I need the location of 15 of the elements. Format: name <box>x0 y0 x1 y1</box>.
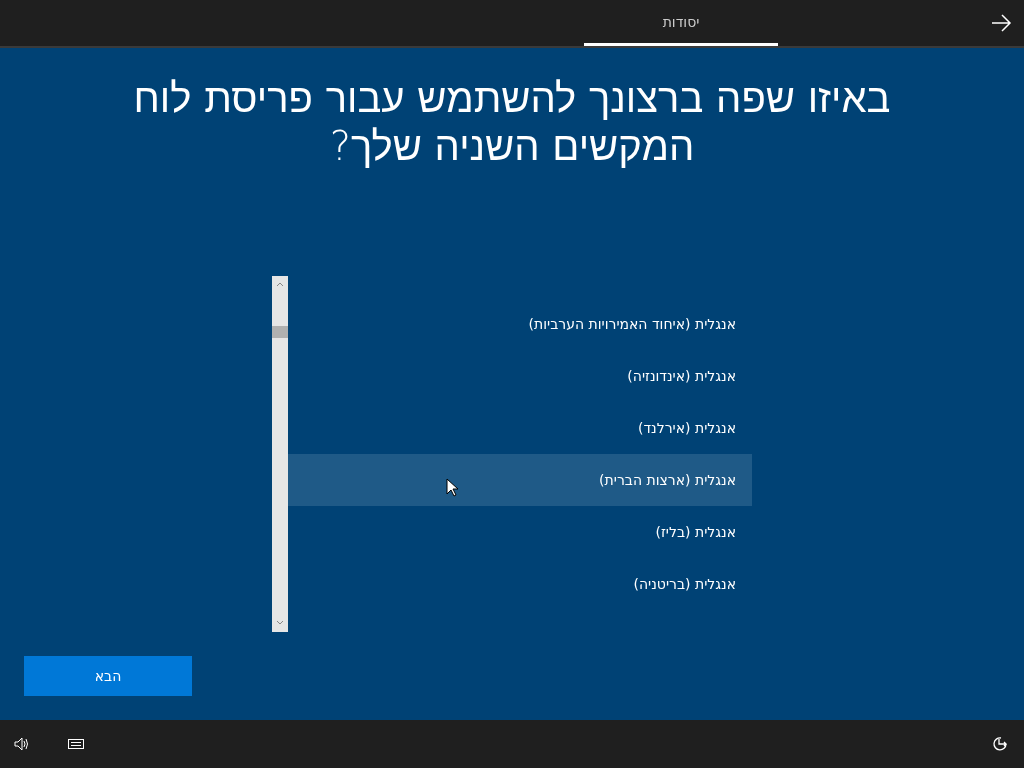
mouse-pointer-icon <box>446 478 458 497</box>
language-item[interactable]: אנגלית (ארצות הברית) <box>288 454 752 506</box>
speaker-icon[interactable] <box>14 737 30 751</box>
language-item[interactable]: אנגלית (איחוד האמירויות הערביות) <box>288 298 752 350</box>
language-item[interactable]: אנגלית (אינדונזיה) <box>288 350 752 402</box>
arrow-right-icon[interactable] <box>990 13 1012 33</box>
next-button[interactable]: הבא <box>24 656 192 696</box>
language-item[interactable]: אנגלית (אירלנד) <box>288 402 752 454</box>
clock-arrow-icon[interactable] <box>992 736 1010 752</box>
language-item[interactable]: אנגלית (בריטניה) <box>288 558 752 610</box>
language-item[interactable]: אנגלית (בליז) <box>288 506 752 558</box>
keyboard-icon[interactable] <box>68 739 84 749</box>
page-title: באיזו שפה ברצונך להשתמש עבור פריסת לוח המקשים השניה שלך? <box>132 74 892 170</box>
tab[interactable]: יסודות <box>584 0 778 46</box>
scrollbar[interactable] <box>272 276 288 632</box>
